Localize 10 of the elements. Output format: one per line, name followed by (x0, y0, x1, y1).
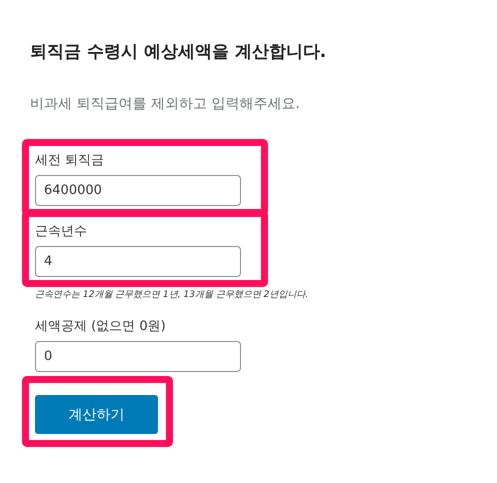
hint-text: 근속연수는 12개월 근무했으면 1년, 13개월 근무했으면 2년입니다. (35, 289, 310, 301)
input-field[interactable]: 0 (35, 341, 241, 372)
input-field[interactable]: 4 (35, 246, 241, 277)
page-title: 퇴직금 수령시 예상세액을 계산합니다. (30, 41, 328, 63)
field-label: 근속년수 (35, 223, 88, 240)
calculate-button[interactable]: 계산하기 (35, 395, 158, 434)
instruction-text: 비과세 퇴직급여를 제외하고 입력해주세요. (30, 95, 301, 113)
input-field[interactable]: 6400000 (35, 175, 241, 206)
field-label: 세액공제 (없으면 0원) (35, 318, 167, 335)
field-label: 세전 퇴직금 (35, 152, 106, 169)
